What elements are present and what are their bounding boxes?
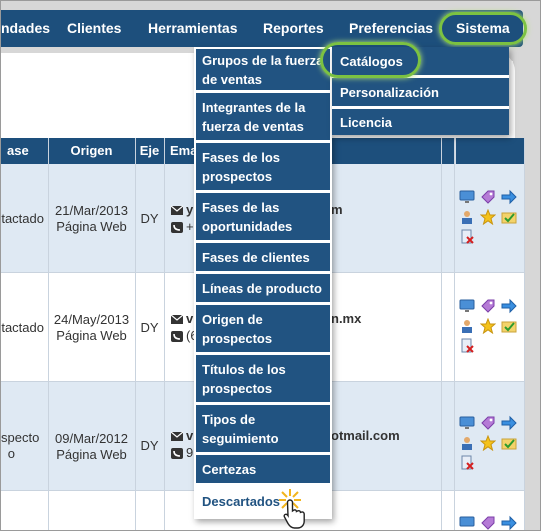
fase-cell: tactado <box>1 211 44 226</box>
app-frame: ndades Clientes Herramientas Reportes Pr… <box>0 0 541 531</box>
phone-icon <box>171 448 183 460</box>
phone-text: + <box>186 219 194 234</box>
origen-date: 09/Mar/2012 <box>55 431 128 446</box>
envelope-icon <box>171 314 183 325</box>
menu-item-certezas[interactable]: Certezas <box>196 455 330 483</box>
monitor-icon[interactable] <box>459 298 475 314</box>
monitor-icon[interactable] <box>459 515 475 531</box>
envelope-icon <box>171 431 183 442</box>
user-edit-icon[interactable] <box>459 318 475 334</box>
phone-line[interactable]: 9 <box>171 445 193 460</box>
nav-item-clientes[interactable]: Clientes <box>67 10 121 47</box>
row-actions <box>459 515 521 531</box>
tag-icon[interactable] <box>480 189 496 205</box>
menu-item-integrantes[interactable]: Integrantes de la fuerza de ventas <box>196 93 330 140</box>
tag-icon[interactable] <box>480 415 496 431</box>
row-actions <box>459 415 521 475</box>
row-actions <box>459 189 521 249</box>
nav-item-reportes[interactable]: Reportes <box>263 10 324 47</box>
star-icon[interactable] <box>480 435 496 451</box>
menu-item-titulos[interactable]: Títulos de los prospectos <box>196 355 330 402</box>
origen-date: 21/Mar/2013 <box>55 203 128 218</box>
col-divider <box>164 138 165 530</box>
submenu-item-licencia[interactable]: Licencia <box>332 109 509 135</box>
fase-cell-line2: o <box>7 446 15 461</box>
col-header-eje[interactable]: Eje <box>135 138 165 164</box>
arrow-right-icon[interactable] <box>501 515 517 531</box>
user-edit-icon[interactable] <box>459 435 475 451</box>
email-line[interactable]: v <box>171 311 193 326</box>
col-divider <box>454 138 455 530</box>
delete-doc-icon[interactable] <box>459 338 475 354</box>
eje-cell: DY <box>140 211 159 226</box>
delete-doc-icon[interactable] <box>459 229 475 245</box>
origen-date: 24/May/2013 <box>53 312 130 327</box>
envelope-icon <box>171 205 183 216</box>
fase-cell-line1: specto <box>1 430 40 445</box>
fase-cell: tactado <box>1 320 44 335</box>
menu-item-origen-prospectos[interactable]: Origen de prospectos <box>196 305 330 352</box>
arrow-right-icon[interactable] <box>501 298 517 314</box>
menu-item-tipos-seguimiento[interactable]: Tipos de seguimiento <box>196 405 330 452</box>
phone-icon <box>171 222 183 234</box>
nav-item-herramientas[interactable]: Herramientas <box>148 10 238 47</box>
check-folder-icon[interactable] <box>501 209 517 225</box>
arrow-right-icon[interactable] <box>501 415 517 431</box>
email-text-end: otmail.com <box>331 428 400 443</box>
arrow-right-icon[interactable] <box>501 189 517 205</box>
monitor-icon[interactable] <box>459 415 475 431</box>
main-nav: ndades Clientes Herramientas Reportes Pr… <box>1 10 527 47</box>
origen-source: Página Web <box>56 328 127 343</box>
email-text: v <box>186 311 194 326</box>
nav-item-unidades[interactable]: ndades <box>1 10 50 47</box>
eje-cell: DY <box>140 320 159 335</box>
eje-cell: DY <box>140 438 159 453</box>
check-folder-icon[interactable] <box>501 318 517 334</box>
col-header-fase[interactable]: ase <box>1 138 49 164</box>
nav-item-sistema[interactable]: Sistema <box>439 12 527 45</box>
origen-source: Página Web <box>56 447 127 462</box>
col-divider <box>441 138 442 530</box>
menu-item-fases-oportunidades[interactable]: Fases de las oportunidades <box>196 193 330 240</box>
highlight-ring <box>320 42 421 78</box>
star-icon[interactable] <box>480 209 496 225</box>
tag-icon[interactable] <box>480 515 496 531</box>
menu-item-fases-prospectos[interactable]: Fases de los prospectos <box>196 143 330 190</box>
email-line[interactable]: y <box>171 202 193 217</box>
menu-item-descartados[interactable]: Descartados <box>196 486 330 517</box>
star-icon[interactable] <box>480 318 496 334</box>
phone-text: 9 <box>186 445 194 460</box>
email-line[interactable]: v <box>171 428 193 443</box>
catalogos-dropdown: Grupos de la fuerza de ventas Integrante… <box>194 47 332 519</box>
row-actions <box>459 298 521 358</box>
email-text: v <box>186 428 194 443</box>
menu-item-grupos[interactable]: Grupos de la fuerza de ventas <box>196 49 330 90</box>
phone-icon <box>171 331 183 343</box>
tag-icon[interactable] <box>480 298 496 314</box>
menu-item-fases-clientes[interactable]: Fases de clientes <box>196 243 330 271</box>
hand-cursor-icon <box>283 499 305 529</box>
email-text: y <box>186 202 194 217</box>
phone-line[interactable]: + <box>171 219 194 234</box>
menu-item-lineas-producto[interactable]: Líneas de producto <box>196 274 330 302</box>
delete-doc-icon[interactable] <box>459 455 475 471</box>
col-divider <box>524 138 525 530</box>
email-text-end: m <box>331 202 343 217</box>
origen-source: Página Web <box>56 219 127 234</box>
email-text-end: n.mx <box>331 311 362 326</box>
col-header-email[interactable]: Ema <box>164 138 197 164</box>
submenu-item-personalizacion[interactable]: Personalización <box>332 78 509 106</box>
monitor-icon[interactable] <box>459 189 475 205</box>
user-edit-icon[interactable] <box>459 209 475 225</box>
check-folder-icon[interactable] <box>501 435 517 451</box>
col-header-origen[interactable]: Origen <box>48 138 136 164</box>
